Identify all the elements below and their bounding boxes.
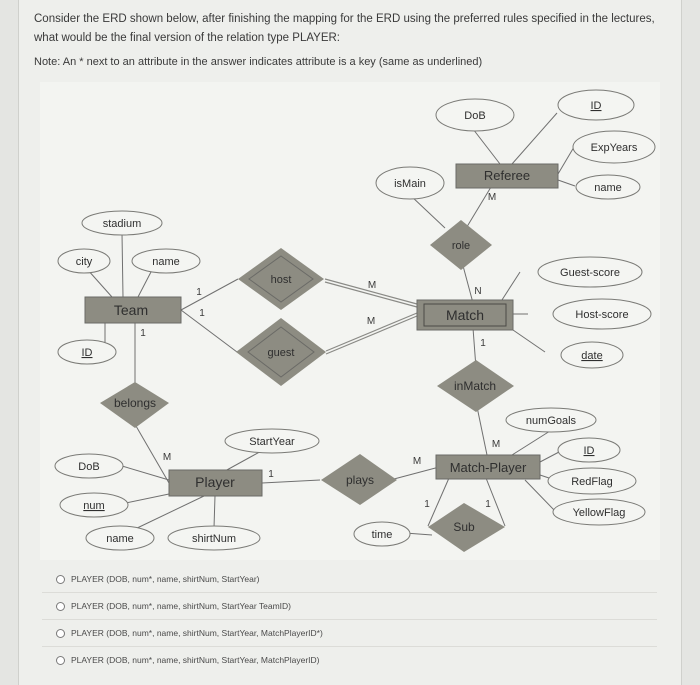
attr-team-stadium-label: stadium: [103, 218, 142, 230]
radio-button[interactable]: [56, 655, 65, 665]
rel-guest-label: guest: [268, 347, 295, 359]
question-text: Consider the ERD shown below, after fini…: [34, 13, 655, 44]
answer-option-label: PLAYER (DOB, num*, name, shirtNum, Start…: [71, 574, 260, 584]
radio-button[interactable]: [56, 601, 65, 611]
attr-host-score-label: Host-score: [575, 309, 628, 321]
card-role-match: N: [474, 286, 481, 297]
answer-option-3[interactable]: PLAYER (DOB, num*, name, shirtNum, Start…: [42, 620, 657, 647]
attr-is-main-label: isMain: [394, 178, 426, 190]
rel-host-label: host: [271, 274, 292, 286]
attr-referee-expyears-label: ExpYears: [591, 142, 638, 154]
entity-match-player-label: Match-Player: [450, 460, 527, 475]
attr-shirt-num-label: shirtNum: [192, 533, 236, 545]
card-player-plays: 1: [268, 469, 274, 480]
rel-belongs-label: belongs: [114, 396, 156, 410]
rel-in-match-label: inMatch: [454, 379, 496, 393]
answer-option-label: PLAYER (DOB, num*, name, shirtNum, Start…: [71, 601, 291, 611]
attr-mp-id-label: ID: [584, 445, 595, 457]
card-sub-right: 1: [485, 499, 491, 510]
card-plays-mp: M: [413, 456, 421, 467]
rel-plays-label: plays: [346, 473, 374, 487]
attr-num-goals-label: numGoals: [526, 415, 577, 427]
entity-referee-label: Referee: [484, 168, 530, 183]
answer-option-label: PLAYER (DOB, num*, name, shirtNum, Start…: [71, 655, 320, 665]
answer-option-label: PLAYER (DOB, num*, name, shirtNum, Start…: [71, 628, 323, 638]
attr-player-num-label: num: [83, 500, 104, 512]
answer-option-4[interactable]: PLAYER (DOB, num*, name, shirtNum, Start…: [42, 647, 657, 673]
attr-referee-dob-label: DoB: [464, 110, 485, 122]
attr-sub-time-label: time: [372, 529, 393, 541]
radio-button[interactable]: [56, 628, 65, 638]
entity-player-label: Player: [195, 474, 235, 490]
card-belongs-player: M: [163, 452, 171, 463]
rel-sub-label: Sub: [453, 520, 475, 534]
attr-player-dob-label: DoB: [78, 461, 99, 473]
attr-yellow-flag-label: YellowFlag: [573, 507, 626, 519]
card-inmatch-mp: M: [492, 439, 500, 450]
attr-player-name-label: name: [106, 533, 134, 545]
attr-referee-name-label: name: [594, 182, 622, 194]
card-host-match: M: [368, 280, 376, 291]
rel-role-label: role: [452, 240, 470, 252]
attr-start-year-label: StartYear: [249, 436, 295, 448]
answer-option-1[interactable]: PLAYER (DOB, num*, name, shirtNum, Start…: [42, 566, 657, 593]
card-match-inmatch: 1: [480, 338, 486, 349]
entity-team-label: Team: [114, 302, 148, 318]
attr-referee-id-label: ID: [591, 100, 602, 112]
card-team-host: 1: [196, 287, 202, 298]
attr-red-flag-label: RedFlag: [571, 476, 613, 488]
answer-options: PLAYER (DOB, num*, name, shirtNum, Start…: [42, 566, 657, 673]
card-referee-role: M: [488, 192, 496, 203]
attr-team-name-label: name: [152, 256, 180, 268]
card-team-guest: 1: [199, 308, 205, 319]
card-team-belongs: 1: [140, 328, 146, 339]
attr-team-id-label: ID: [82, 347, 93, 359]
answer-option-2[interactable]: PLAYER (DOB, num*, name, shirtNum, Start…: [42, 593, 657, 620]
question-note: Note: An * next to an attribute in the a…: [34, 56, 483, 68]
attr-match-date-label: date: [581, 350, 602, 362]
radio-button[interactable]: [56, 574, 65, 584]
card-sub-left: 1: [424, 499, 430, 510]
card-guest-match: M: [367, 316, 375, 327]
erd-diagram: DoB ID ExpYears name isMain Referee role…: [40, 82, 660, 560]
attr-guest-score-label: Guest-score: [560, 267, 620, 279]
attr-team-city-label: city: [76, 256, 93, 268]
entity-match-label: Match: [446, 307, 484, 323]
